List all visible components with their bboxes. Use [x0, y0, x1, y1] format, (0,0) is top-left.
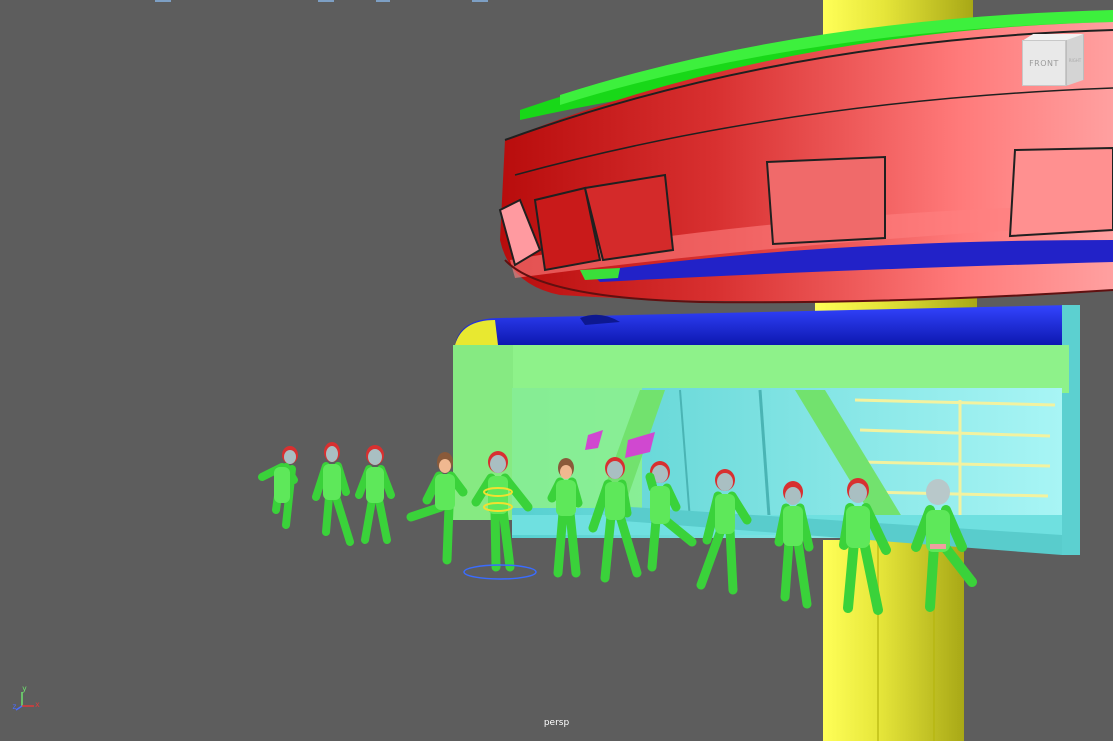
character[interactable]	[258, 446, 298, 529]
axis-gizmo: y x z	[12, 684, 44, 712]
scene-render[interactable]	[0, 0, 1113, 741]
camera-name-label: persp	[543, 718, 570, 728]
view-cube[interactable]: FRONT RIGHT	[1022, 34, 1086, 86]
building[interactable]	[453, 345, 1069, 555]
axis-z-label: z	[12, 702, 17, 711]
character[interactable]	[355, 445, 395, 544]
axis-y-label: y	[22, 684, 27, 693]
view-cube-front-face[interactable]: FRONT	[1022, 40, 1066, 86]
character[interactable]	[312, 442, 354, 546]
axis-x-label: x	[35, 700, 40, 709]
3d-viewport[interactable]: FRONT RIGHT y x z persp	[0, 0, 1113, 741]
view-cube-right-face[interactable]: RIGHT	[1066, 34, 1084, 86]
